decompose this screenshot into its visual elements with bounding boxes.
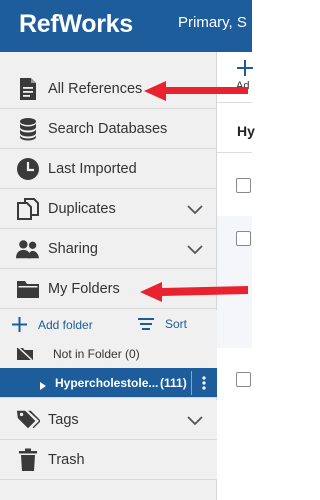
trash-icon	[16, 448, 40, 472]
folder-slash-icon	[17, 346, 33, 363]
folder-item-not-in-folder[interactable]: Not in Folder (0)	[0, 339, 217, 369]
sidebar-item-label: Duplicates	[48, 200, 116, 217]
document-icon	[16, 77, 40, 101]
annotation-arrow-icon	[144, 81, 248, 101]
select-all-checkbox[interactable]	[236, 178, 251, 193]
chevron-down-icon[interactable]	[186, 411, 204, 429]
folder-item-hypercholesterolemia[interactable]: Hypercholestole... (111)	[0, 368, 217, 398]
duplicates-icon	[16, 197, 40, 221]
sidebar-item-label: Search Databases	[48, 120, 168, 137]
sidebar-item-label: All References	[48, 80, 143, 97]
sidebar-item-tags[interactable]: Tags	[0, 400, 217, 440]
add-folder-button[interactable]: Add folder	[12, 317, 93, 332]
sidebar-item-duplicates[interactable]: Duplicates	[0, 189, 217, 229]
more-options-icon[interactable]	[202, 376, 206, 393]
sort-icon	[138, 318, 154, 330]
heading-divider	[217, 152, 252, 153]
top-bar: RefWorks Primary, S	[0, 0, 252, 52]
chevron-down-icon[interactable]	[186, 240, 204, 258]
folder-toolbar: Add folder Sort	[0, 310, 217, 340]
sidebar-item-label: My Folders	[48, 280, 120, 297]
add-folder-label: Add folder	[38, 317, 93, 332]
sort-label: Sort	[165, 317, 188, 331]
sidebar-item-label: Last Imported	[48, 160, 137, 177]
people-icon	[16, 237, 40, 261]
sidebar-item-label: Sharing	[48, 240, 98, 257]
tag-icon	[16, 408, 40, 432]
main-panel: Ad Hy	[217, 52, 255, 500]
folder-label: Hypercholestole...	[55, 375, 159, 390]
sidebar-item-sharing[interactable]: Sharing	[0, 229, 217, 269]
reference-checkbox[interactable]	[236, 372, 251, 387]
reference-checkbox[interactable]	[236, 231, 251, 246]
clock-icon	[16, 157, 40, 181]
refworks-logo[interactable]: RefWorks	[19, 10, 133, 39]
add-reference-plus-icon[interactable]	[237, 60, 253, 81]
expand-arrow-icon[interactable]	[40, 379, 46, 393]
folder-icon	[16, 277, 40, 301]
folder-count: (111)	[160, 375, 187, 390]
annotation-arrow-icon	[140, 282, 248, 302]
plus-icon	[12, 317, 27, 332]
sidebar-item-trash[interactable]: Trash	[0, 440, 217, 480]
sidebar-item-label: Tags	[48, 411, 79, 428]
folder-heading: Hy	[237, 123, 255, 139]
account-menu[interactable]: Primary, S	[178, 14, 247, 31]
sidebar-item-search-databases[interactable]: Search Databases	[0, 109, 217, 149]
sidebar-item-last-imported[interactable]: Last Imported	[0, 149, 217, 189]
database-icon	[16, 117, 40, 141]
sort-button[interactable]: Sort	[138, 317, 187, 331]
chevron-down-icon[interactable]	[186, 200, 204, 218]
divider	[191, 371, 192, 395]
sidebar-item-label: Trash	[48, 451, 85, 468]
folder-label: Not in Folder (0)	[53, 347, 140, 361]
